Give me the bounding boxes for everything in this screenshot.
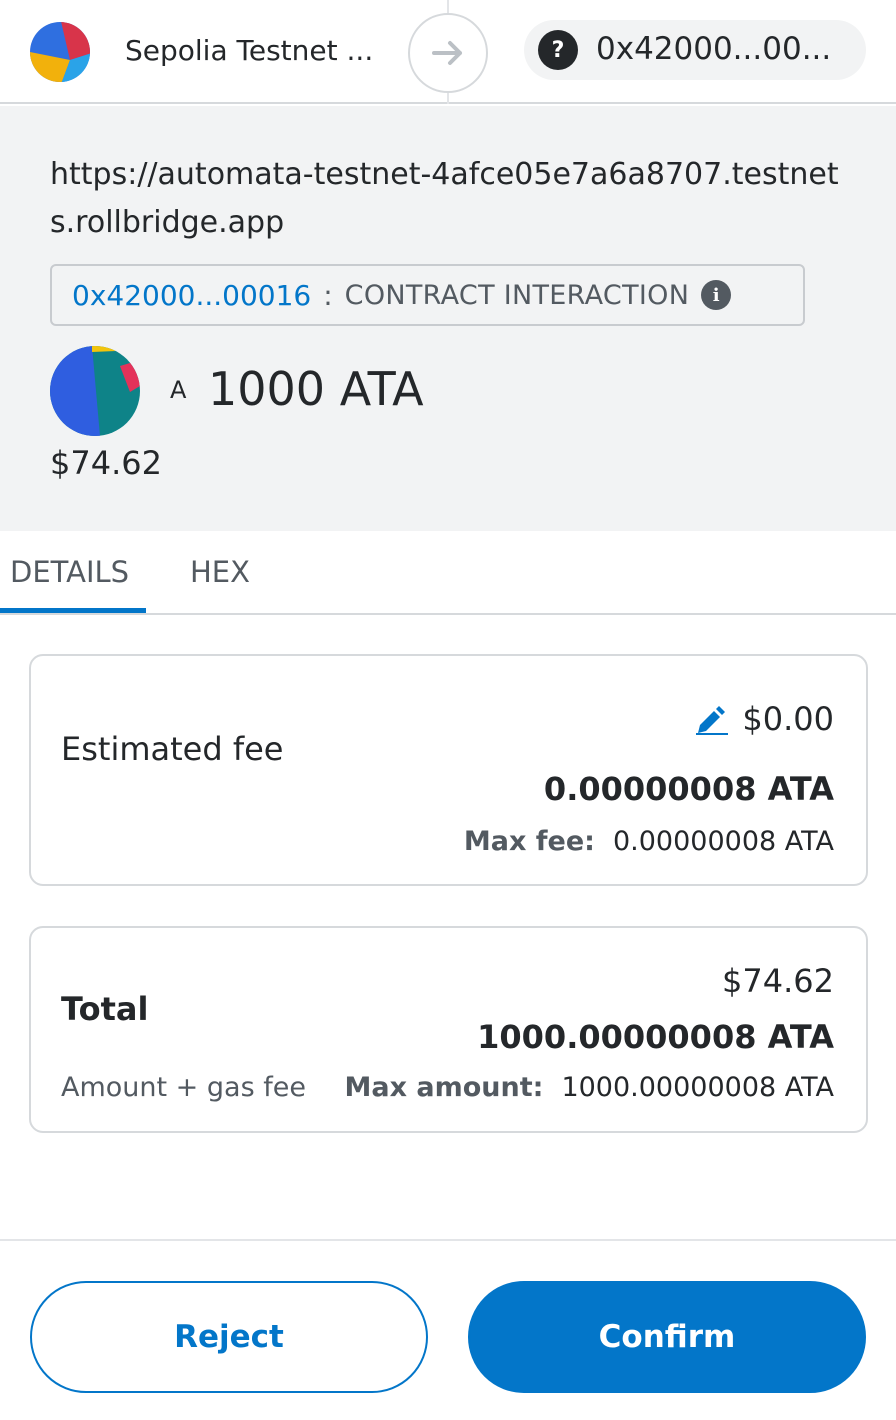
arrow-right-icon	[408, 13, 488, 93]
origin-url: https://automata-testnet-4afce05e7a6a870…	[50, 157, 839, 240]
network-logo-icon	[30, 22, 90, 82]
recipient-account-pill[interactable]: ? 0x42000...00...	[524, 20, 866, 80]
max-fee-row: Max fee: 0.00000008 ATA	[464, 826, 834, 857]
max-fee-label: Max fee:	[463, 826, 595, 857]
contract-address-link[interactable]: 0x42000...00016	[72, 279, 311, 312]
contract-separator: :	[323, 278, 333, 312]
total-fiat: $74.62	[722, 962, 834, 1000]
reject-button[interactable]: Reject	[30, 1281, 428, 1393]
detail-tabs: DETAILS HEX	[0, 531, 896, 615]
token-symbol-letter: A	[170, 376, 187, 404]
transfer-amount: 1000 ATA	[208, 362, 424, 416]
contract-interaction-label: CONTRACT INTERACTION	[344, 279, 690, 311]
transaction-summary: https://automata-testnet-4afce05e7a6a870…	[0, 106, 896, 531]
max-amount-label: Max amount:	[344, 1072, 544, 1103]
estimated-fee-card: Estimated fee $0.00 0.00000008 ATA Max f…	[29, 654, 868, 886]
total-native: 1000.00000008 ATA	[477, 1018, 834, 1056]
total-card: Total Amount + gas fee $74.62 1000.00000…	[29, 926, 868, 1133]
transfer-fiat-value: $74.62	[50, 444, 162, 482]
max-fee-value: 0.00000008 ATA	[612, 826, 834, 857]
contract-interaction-badge[interactable]: 0x42000...00016 : CONTRACT INTERACTION i	[50, 264, 805, 326]
token-identicon	[50, 346, 140, 436]
active-tab-indicator	[0, 608, 146, 613]
network-name[interactable]: Sepolia Testnet ...	[125, 34, 373, 67]
info-icon[interactable]: i	[701, 280, 732, 310]
estimated-fee-fiat-row: $0.00	[694, 700, 834, 738]
total-label: Total	[61, 990, 149, 1028]
max-amount-value: 1000.00000008 ATA	[561, 1072, 834, 1103]
confirm-button[interactable]: Confirm	[468, 1281, 866, 1393]
estimated-fee-fiat: $0.00	[742, 700, 834, 738]
edit-pencil-icon[interactable]	[694, 703, 730, 735]
footer-divider	[0, 1239, 896, 1241]
estimated-fee-native: 0.00000008 ATA	[543, 770, 834, 808]
transaction-header: Sepolia Testnet ... ? 0x42000...00...	[0, 0, 896, 104]
max-amount-row: Max amount: 1000.00000008 ATA	[344, 1072, 834, 1103]
estimated-fee-label: Estimated fee	[61, 730, 284, 768]
total-sub-label: Amount + gas fee	[61, 1072, 306, 1103]
tab-hex[interactable]: HEX	[190, 555, 250, 589]
recipient-address: 0x42000...00...	[596, 31, 832, 67]
question-mark-icon: ?	[538, 30, 578, 70]
tab-details[interactable]: DETAILS	[10, 555, 129, 589]
